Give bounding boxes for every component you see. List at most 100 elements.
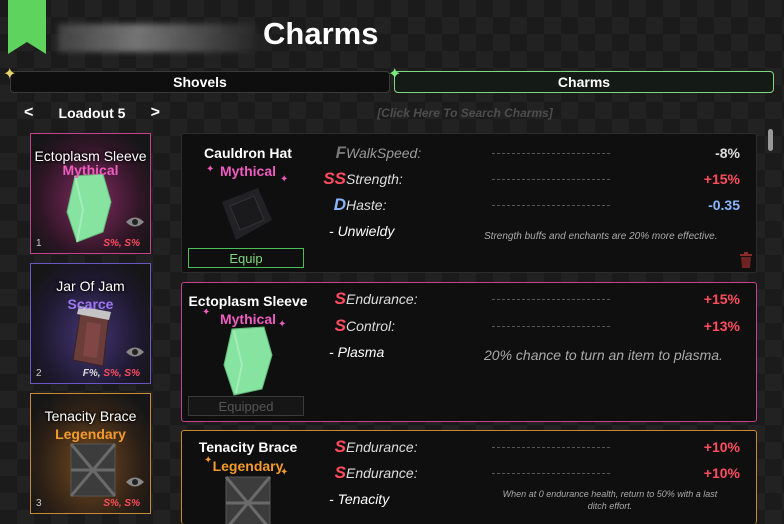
divider [492, 205, 610, 206]
stat-value: +15% [703, 291, 740, 307]
sparkle-icon: ✦ [280, 174, 289, 185]
eye-icon[interactable] [125, 345, 145, 359]
charm-search-field[interactable]: [Click Here To Search Charms] [300, 106, 630, 120]
card-rarity: Mythical [62, 162, 119, 178]
charm-panel-cauldron-hat: Cauldron Hat Mythical ✦ ✦ Equip F WalkSp… [181, 133, 757, 273]
card-rarity: Legendary [55, 426, 126, 442]
ability-label: Plasma [337, 344, 385, 360]
sparkle-icon: ✦ [204, 455, 213, 466]
trash-icon[interactable] [739, 252, 753, 268]
ability-description: 20% chance to turn an item to plasma. [484, 347, 723, 363]
stat-label: Control: [346, 318, 396, 334]
charm-panel-tenacity-brace: Tenacity Brace Legendary ✦ ✦ S Endurance… [181, 430, 757, 524]
loadout-next-button[interactable]: > [145, 104, 166, 122]
divider [492, 326, 610, 327]
ability-dash: - [329, 223, 338, 239]
stat-grade: S [334, 463, 346, 482]
ability-name: - Unwieldy [329, 223, 394, 239]
ability-name: - Plasma [329, 344, 384, 360]
divider [492, 179, 610, 180]
stat-grade: S [334, 289, 346, 308]
stat-value: +15% [703, 171, 740, 187]
stat-grade: SS [323, 169, 346, 188]
loadout-card-1[interactable]: Ectoplasm Sleeve Mythical 1 S%, S% [30, 133, 151, 254]
stat-row: SS Strength: +15% [320, 169, 740, 189]
ability-description-line: ditch effort. [587, 501, 633, 511]
tenacity-brace-icon [69, 443, 117, 497]
tab-charms[interactable]: Charms [394, 71, 774, 93]
ectoplasm-sleeve-icon [223, 326, 273, 396]
card-stat-s: S%, S% [103, 368, 140, 379]
loadout-selector: < Loadout 5 > [18, 103, 166, 123]
ectoplasm-sleeve-icon [66, 173, 112, 243]
eye-icon[interactable] [125, 215, 145, 229]
stat-value: +10% [703, 465, 740, 481]
divider [492, 153, 610, 154]
stat-row: S Endurance: +15% [320, 289, 740, 309]
equipped-button[interactable]: Equipped [188, 396, 304, 416]
stat-row: S Endurance: +10% [320, 463, 740, 483]
card-stat-f: F% [82, 368, 98, 379]
stat-row: D Haste: -0.35 [320, 195, 740, 215]
stat-row: S Control: +13% [320, 316, 740, 336]
bookmark-icon [8, 0, 46, 54]
card-rarity: Scarce [67, 296, 114, 312]
ability-label: Unwieldy [337, 223, 395, 239]
stat-label: Haste: [346, 197, 387, 213]
stat-grade: S [334, 316, 346, 335]
stat-label: Endurance: [346, 439, 418, 455]
charm-rarity: Mythical [219, 163, 276, 179]
blurred-player-name [58, 24, 256, 52]
jar-of-jam-icon [72, 306, 111, 367]
ability-label: Tenacity [337, 491, 390, 507]
sparkle-icon: ✦ [280, 467, 289, 478]
card-stats: S%, S% [103, 498, 140, 509]
charm-name: Tenacity Brace [198, 439, 298, 455]
sparkle-icon: ✦ [202, 307, 211, 318]
scrollbar-thumb[interactable] [768, 129, 773, 151]
equip-button[interactable]: Equip [188, 248, 304, 268]
sparkle-icon: ✦ [388, 64, 402, 83]
ability-name: - Tenacity [329, 491, 389, 507]
stat-value: +10% [703, 439, 740, 455]
card-stats: S%, S% [103, 238, 140, 249]
stat-label: Endurance: [346, 465, 418, 481]
tenacity-brace-icon [224, 476, 272, 524]
stat-label: Strength: [346, 171, 403, 187]
tab-shovels[interactable]: Shovels [10, 71, 390, 93]
card-slot-number: 2 [36, 368, 42, 379]
card-slot-number: 1 [36, 238, 42, 249]
loadout-prev-button[interactable]: < [18, 104, 39, 122]
loadout-card-3[interactable]: Tenacity Brace Legendary 3 S%, S% [30, 393, 151, 514]
stat-label: WalkSpeed: [346, 145, 422, 161]
card-name: Jar Of Jam [56, 278, 125, 294]
stat-value: -8% [715, 145, 740, 161]
ability-description-line: When at 0 endurance health, return to 50… [502, 489, 718, 499]
ability-dash: - [329, 491, 338, 507]
stat-value: +13% [703, 318, 740, 334]
sparkle-icon: ✦ [278, 319, 287, 330]
stat-grade: F [335, 143, 346, 162]
ability-description: When at 0 endurance health, return to 50… [482, 488, 738, 512]
stat-row: F WalkSpeed: -8% [320, 143, 740, 163]
stat-grade: D [333, 195, 346, 214]
cauldron-hat-icon [222, 188, 272, 240]
sparkle-icon: ✦ [206, 164, 215, 175]
divider [492, 473, 610, 474]
card-stats: F%, S%, S% [82, 368, 140, 379]
divider [492, 299, 610, 300]
page-title: Charms [263, 16, 379, 51]
loadout-label: Loadout 5 [58, 105, 126, 121]
loadout-card-2[interactable]: Jar Of Jam Scarce 2 F%, S%, S% [30, 263, 151, 384]
card-slot-number: 3 [36, 498, 42, 509]
stat-grade: S [334, 437, 346, 456]
sparkle-icon: ✦ [3, 64, 17, 83]
stat-label: Endurance: [346, 291, 418, 307]
divider [492, 447, 610, 448]
charm-panel-ectoplasm-sleeve: Ectoplasm Sleeve Mythical ✦ ✦ Equipped S… [181, 282, 757, 422]
charm-name: Cauldron Hat [204, 145, 292, 161]
eye-icon[interactable] [125, 475, 145, 489]
ability-description: Strength buffs and enchants are 20% more… [484, 231, 718, 242]
card-name: Tenacity Brace [44, 408, 137, 424]
stat-row: S Endurance: +10% [320, 437, 740, 457]
